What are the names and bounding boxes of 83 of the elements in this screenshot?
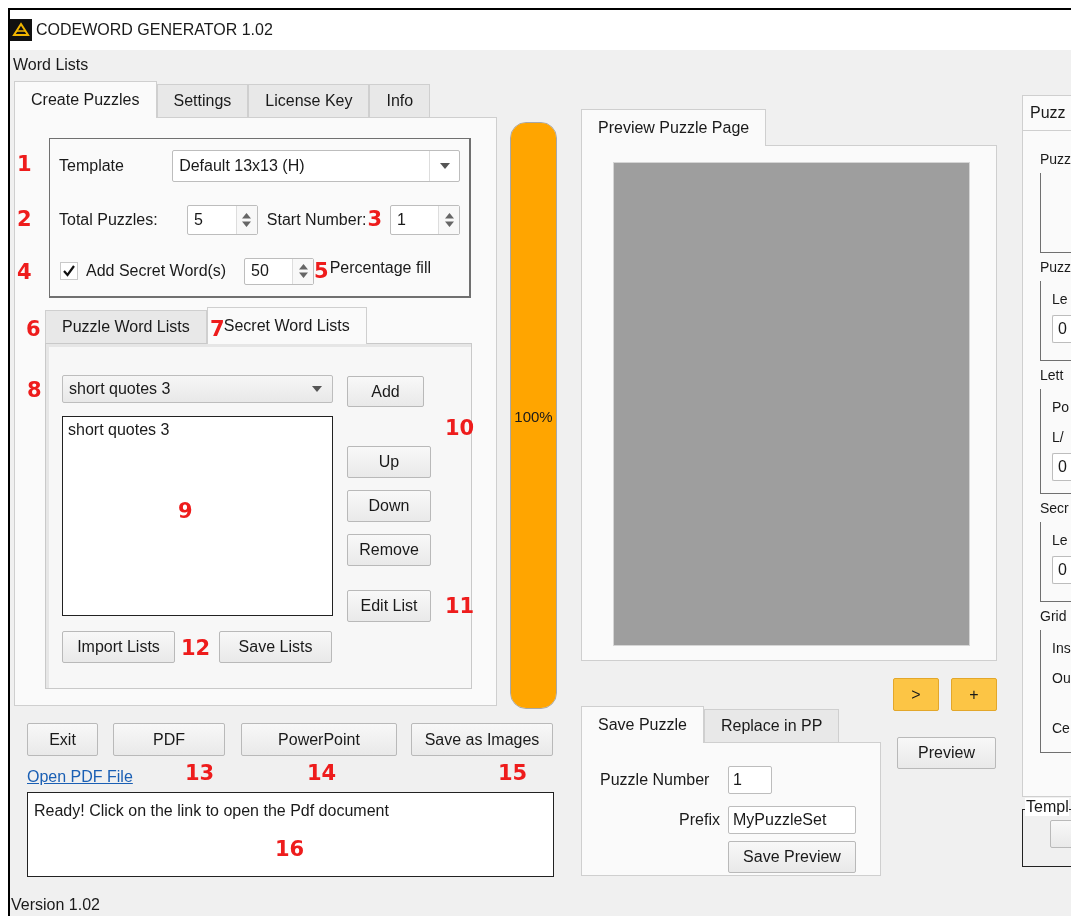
spinner-arrows-icon	[298, 263, 308, 280]
tab[interactable]: License Key	[248, 84, 370, 117]
prefix-field[interactable]: MyPuzzleSet	[728, 805, 856, 834]
field-label: L/	[1052, 429, 1064, 445]
tab[interactable]: Settings	[156, 84, 249, 117]
number-field[interactable]: 0	[1052, 556, 1071, 584]
template-dropdown[interactable]: Default 13x13 (H)	[172, 150, 460, 183]
list-button[interactable]: Up	[347, 446, 431, 478]
action-button[interactable]: Save as Images	[411, 723, 553, 756]
tab[interactable]: Save Puzzle	[581, 706, 704, 743]
annotation-number: 2	[17, 209, 32, 230]
annotation-number: 12	[181, 638, 211, 659]
annotation-number: 16	[275, 839, 305, 860]
dropdown-arrow-icon	[312, 386, 322, 392]
annotation-number: 6	[26, 319, 41, 340]
status-message: Ready! Click on the link to open the Pdf document	[34, 802, 389, 819]
list-button[interactable]: Down	[347, 490, 431, 522]
tab[interactable]: Replace in PP	[703, 709, 840, 742]
annotation-number: 9	[178, 501, 193, 522]
menu-item[interactable]: Word Lists	[13, 56, 89, 74]
tab[interactable]: Info	[369, 84, 431, 117]
add-button[interactable]: Add	[347, 376, 424, 407]
word-list-box[interactable]: short quotes 3 9	[62, 416, 333, 616]
annotation-number: 15	[498, 763, 528, 784]
field-label: Puzzle Number	[600, 770, 711, 789]
spinner-arrows-icon	[444, 212, 454, 228]
annotation-number: 1	[17, 154, 32, 176]
save-preview-button[interactable]: Save Preview	[728, 840, 856, 873]
annotation-number: 13	[185, 763, 215, 784]
number-field[interactable]: 0	[1052, 315, 1071, 343]
tab[interactable]: Preview Puzzle Page	[581, 109, 767, 146]
spinner-arrows-icon	[242, 212, 252, 228]
list-button[interactable]: Remove	[347, 534, 431, 566]
field-label: Ou	[1052, 670, 1071, 686]
app-logo-icon	[10, 19, 32, 41]
annotation-number: 11	[445, 596, 475, 617]
field-label: Start Number:	[266, 211, 367, 229]
preview-button[interactable]: Preview	[897, 737, 996, 769]
group-title: Lett	[1040, 367, 1064, 383]
nav-button[interactable]: >	[893, 678, 939, 711]
group-title: Secr	[1040, 500, 1069, 516]
field-label: Ce	[1052, 720, 1070, 736]
puzzle-number-field[interactable]: 1	[728, 765, 772, 794]
dropdown-arrow-icon	[439, 163, 450, 170]
field-label: Le	[1052, 291, 1068, 307]
action-button[interactable]: PDF	[113, 723, 225, 756]
group-title: Templ	[1025, 798, 1069, 816]
annotation-number: 14	[307, 763, 337, 784]
group-title: Grid	[1040, 608, 1067, 624]
save-lists-button[interactable]: Save Lists	[219, 631, 332, 663]
field-label: Po	[1052, 399, 1070, 415]
tab[interactable]: Create Puzzles	[14, 81, 157, 118]
annotation-number: 7	[210, 319, 225, 340]
number-spinner[interactable]: 5	[186, 205, 258, 235]
annotation-number: 8	[27, 380, 42, 401]
field-label: Percentage fill	[329, 259, 431, 278]
import-button[interactable]: Import Lists	[62, 631, 175, 663]
progress-percent: 100%	[514, 407, 553, 424]
number-field[interactable]: 0	[1052, 453, 1071, 481]
list-item[interactable]: short quotes 3	[68, 421, 327, 439]
annotation-number: 10	[445, 418, 475, 439]
annotation-number: 4	[17, 261, 32, 283]
group-title: Puzz	[1040, 151, 1071, 167]
checkbox[interactable]	[60, 262, 78, 281]
nav-button[interactable]: +	[951, 678, 997, 711]
number-spinner[interactable]: 1	[390, 205, 460, 235]
edit-list-button[interactable]: Edit List	[347, 590, 431, 622]
annotation-number: 3	[367, 209, 383, 231]
field-label: Prefix	[679, 810, 720, 829]
annotation-number: 5	[314, 260, 329, 282]
field-label: Template	[59, 157, 125, 176]
tab[interactable]: Puzzle Word Lists	[45, 310, 207, 343]
number-spinner[interactable]: 50	[244, 257, 314, 285]
group-title: Puzz	[1040, 259, 1071, 275]
window-title: CODEWORD GENERATOR 1.02	[36, 21, 273, 39]
checkbox-label: Add Secret Word(s)	[86, 262, 228, 281]
action-button[interactable]: Exit	[27, 723, 98, 756]
field-label: Le	[1052, 532, 1068, 548]
field-label: Ins	[1052, 640, 1071, 656]
tab[interactable]: Puzz	[1022, 95, 1071, 130]
action-button[interactable]: PowerPoint	[241, 723, 397, 756]
field-label: Total Puzzles:	[59, 211, 159, 229]
open-pdf-link[interactable]: Open PDF File	[27, 768, 133, 786]
